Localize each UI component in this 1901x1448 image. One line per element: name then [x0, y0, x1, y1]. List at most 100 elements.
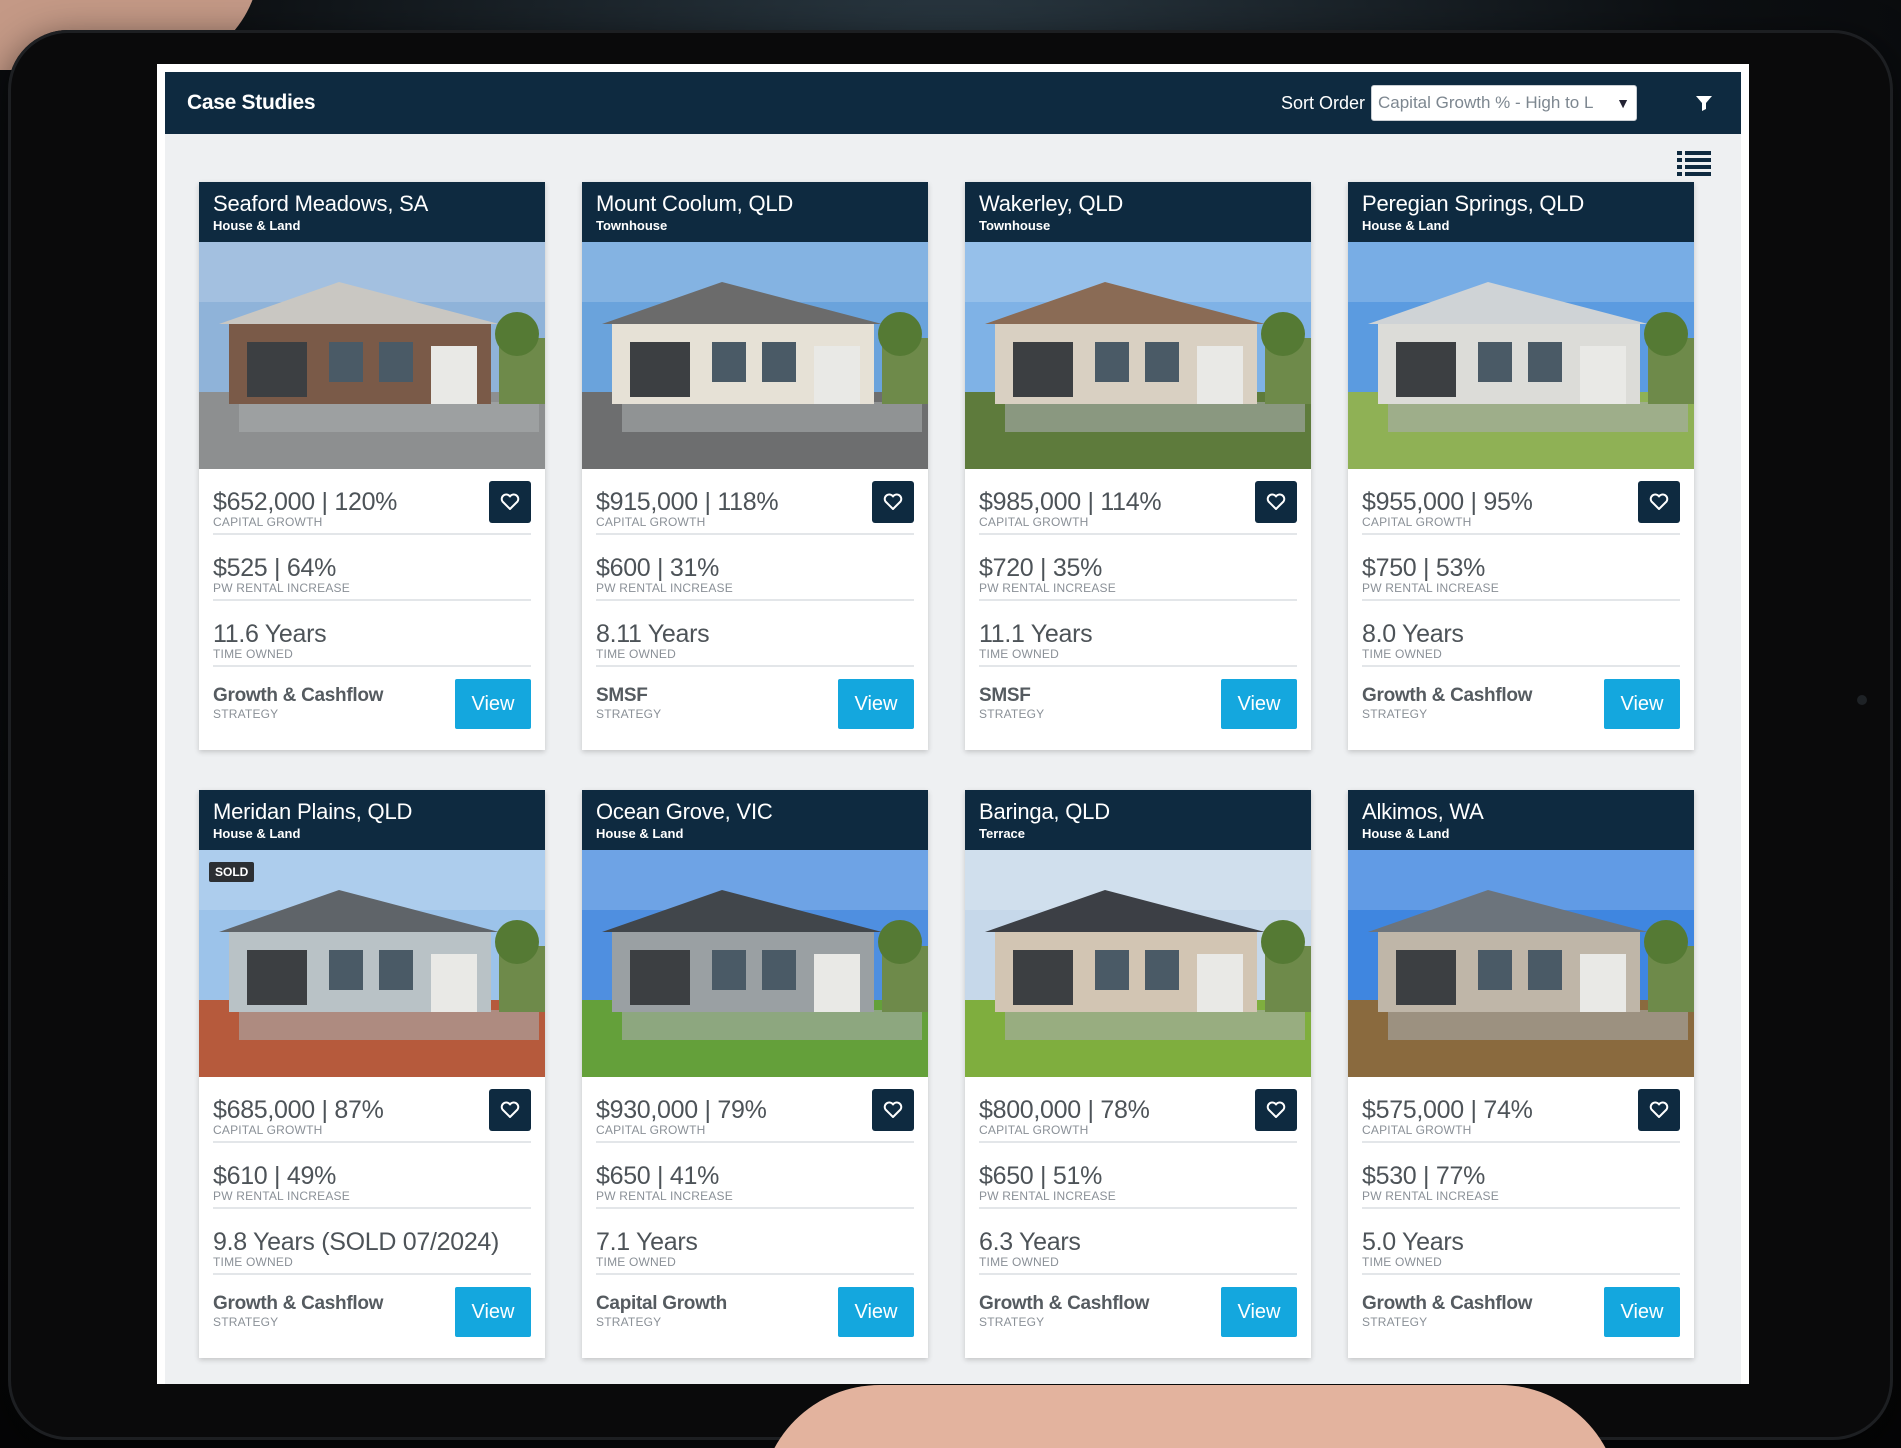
- view-button[interactable]: View: [1221, 1287, 1297, 1337]
- capital-growth-label: CAPITAL GROWTH: [213, 1123, 323, 1137]
- capital-growth-stat: $930,000 | 79% CAPITAL GROWTH: [596, 1077, 914, 1143]
- rental-increase-label: PW RENTAL INCREASE: [1362, 581, 1499, 595]
- strategy-stat: Growth & Cashflow STRATEGY View: [979, 1275, 1297, 1341]
- time-owned-stat: 5.0 Years TIME OWNED: [1362, 1209, 1680, 1275]
- strategy-value: SMSF: [596, 685, 648, 706]
- case-studies-app: Case Studies Sort Order Capital Growth %…: [165, 72, 1741, 1384]
- case-study-card: Mount Coolum, QLD Townhouse $915,000 | 1…: [582, 182, 928, 750]
- rental-increase-stat: $530 | 77% PW RENTAL INCREASE: [1362, 1143, 1680, 1209]
- card-stats: $930,000 | 79% CAPITAL GROWTH $650 | 41%…: [582, 1077, 928, 1341]
- view-button[interactable]: View: [838, 1287, 914, 1337]
- favourite-button[interactable]: [489, 1089, 531, 1131]
- time-owned-stat: 8.0 Years TIME OWNED: [1362, 601, 1680, 667]
- page-title: Case Studies: [187, 91, 316, 114]
- strategy-stat: SMSF STRATEGY View: [979, 667, 1297, 733]
- capital-growth-label: CAPITAL GROWTH: [213, 515, 323, 529]
- view-button[interactable]: View: [455, 1287, 531, 1337]
- card-stats: $955,000 | 95% CAPITAL GROWTH $750 | 53%…: [1348, 469, 1694, 733]
- time-owned-value: 11.1 Years: [979, 620, 1093, 648]
- view-button[interactable]: View: [1604, 679, 1680, 729]
- rental-increase-stat: $750 | 53% PW RENTAL INCREASE: [1362, 535, 1680, 601]
- card-stats: $800,000 | 78% CAPITAL GROWTH $650 | 51%…: [965, 1077, 1311, 1341]
- list-view-icon[interactable]: [1677, 150, 1711, 178]
- capital-growth-value: $652,000 | 120%: [213, 488, 398, 516]
- strategy-value: Growth & Cashflow: [213, 1293, 384, 1314]
- strategy-label: STRATEGY: [596, 707, 662, 721]
- card-location: Peregian Springs, QLD: [1362, 191, 1585, 216]
- card-stats: $915,000 | 118% CAPITAL GROWTH $600 | 31…: [582, 469, 928, 733]
- time-owned-stat: 9.8 Years (SOLD 07/2024) TIME OWNED: [213, 1209, 531, 1275]
- favourite-button[interactable]: [872, 481, 914, 523]
- rental-increase-stat: $600 | 31% PW RENTAL INCREASE: [596, 535, 914, 601]
- rental-increase-stat: $720 | 35% PW RENTAL INCREASE: [979, 535, 1297, 601]
- capital-growth-stat: $800,000 | 78% CAPITAL GROWTH: [979, 1077, 1297, 1143]
- favourite-button[interactable]: [1255, 1089, 1297, 1131]
- property-photo[interactable]: [582, 850, 928, 1077]
- property-photo[interactable]: SOLD: [199, 850, 545, 1077]
- card-property-type: House & Land: [596, 826, 684, 841]
- strategy-label: STRATEGY: [979, 1315, 1045, 1329]
- strategy-label: STRATEGY: [213, 1315, 279, 1329]
- capital-growth-value: $955,000 | 95%: [1362, 488, 1533, 516]
- time-owned-label: TIME OWNED: [213, 647, 293, 661]
- view-button[interactable]: View: [455, 679, 531, 729]
- time-owned-stat: 11.1 Years TIME OWNED: [979, 601, 1297, 667]
- strategy-value: Growth & Cashflow: [979, 1293, 1150, 1314]
- property-photo[interactable]: [199, 242, 545, 469]
- capital-growth-label: CAPITAL GROWTH: [979, 1123, 1089, 1137]
- view-button[interactable]: View: [1221, 679, 1297, 729]
- favourite-button[interactable]: [1638, 1089, 1680, 1131]
- strategy-value: Growth & Cashflow: [1362, 1293, 1533, 1314]
- rental-increase-value: $650 | 41%: [596, 1162, 720, 1190]
- property-photo[interactable]: [965, 850, 1311, 1077]
- capital-growth-stat: $985,000 | 114% CAPITAL GROWTH: [979, 469, 1297, 535]
- rental-increase-value: $720 | 35%: [979, 554, 1103, 582]
- case-study-card: Baringa, QLD Terrace $800,000 | 78% CAPI…: [965, 790, 1311, 1358]
- strategy-label: STRATEGY: [1362, 707, 1428, 721]
- strategy-stat: Capital Growth STRATEGY View: [596, 1275, 914, 1341]
- capital-growth-value: $800,000 | 78%: [979, 1096, 1150, 1124]
- sold-badge: SOLD: [209, 862, 255, 882]
- strategy-stat: Growth & Cashflow STRATEGY View: [213, 1275, 531, 1341]
- heart-icon: [1649, 493, 1669, 510]
- sort-order-label: Sort Order: [1280, 92, 1365, 113]
- card-stats: $575,000 | 74% CAPITAL GROWTH $530 | 77%…: [1348, 1077, 1694, 1341]
- card-header: Mount Coolum, QLD Townhouse: [582, 182, 928, 242]
- time-owned-stat: 11.6 Years TIME OWNED: [213, 601, 531, 667]
- capital-growth-stat: $915,000 | 118% CAPITAL GROWTH: [596, 469, 914, 535]
- case-study-grid: Seaford Meadows, SA House & Land $652,00…: [199, 182, 1694, 1358]
- case-study-card: Ocean Grove, VIC House & Land $930,000 |…: [582, 790, 928, 1358]
- sort-order-value: Capital Growth % - High to L: [1378, 93, 1594, 112]
- capital-growth-label: CAPITAL GROWTH: [596, 1123, 706, 1137]
- sort-order-select[interactable]: Capital Growth % - High to L ▼: [1371, 85, 1637, 121]
- strategy-stat: Growth & Cashflow STRATEGY View: [1362, 667, 1680, 733]
- favourite-button[interactable]: [1255, 481, 1297, 523]
- strategy-label: STRATEGY: [596, 1315, 662, 1329]
- capital-growth-label: CAPITAL GROWTH: [1362, 1123, 1472, 1137]
- view-button[interactable]: View: [838, 679, 914, 729]
- favourite-button[interactable]: [489, 481, 531, 523]
- rental-increase-value: $525 | 64%: [213, 554, 337, 582]
- case-study-card: Peregian Springs, QLD House & Land $955,…: [1348, 182, 1694, 750]
- time-owned-value: 9.8 Years (SOLD 07/2024): [213, 1228, 500, 1256]
- heart-icon: [1266, 1101, 1286, 1118]
- card-location: Meridan Plains, QLD: [213, 799, 413, 824]
- time-owned-label: TIME OWNED: [213, 1255, 293, 1269]
- property-photo[interactable]: [1348, 242, 1694, 469]
- rental-increase-label: PW RENTAL INCREASE: [213, 1189, 350, 1203]
- favourite-button[interactable]: [872, 1089, 914, 1131]
- filter-icon[interactable]: [1689, 88, 1719, 118]
- property-photo[interactable]: [582, 242, 928, 469]
- property-photo[interactable]: [965, 242, 1311, 469]
- view-button[interactable]: View: [1604, 1287, 1680, 1337]
- property-photo[interactable]: [1348, 850, 1694, 1077]
- card-header: Meridan Plains, QLD House & Land: [199, 790, 545, 850]
- rental-increase-value: $530 | 77%: [1362, 1162, 1486, 1190]
- capital-growth-label: CAPITAL GROWTH: [1362, 515, 1472, 529]
- strategy-stat: Growth & Cashflow STRATEGY View: [1362, 1275, 1680, 1341]
- favourite-button[interactable]: [1638, 481, 1680, 523]
- capital-growth-value: $575,000 | 74%: [1362, 1096, 1533, 1124]
- card-location: Baringa, QLD: [979, 799, 1110, 824]
- capital-growth-stat: $575,000 | 74% CAPITAL GROWTH: [1362, 1077, 1680, 1143]
- rental-increase-label: PW RENTAL INCREASE: [1362, 1189, 1499, 1203]
